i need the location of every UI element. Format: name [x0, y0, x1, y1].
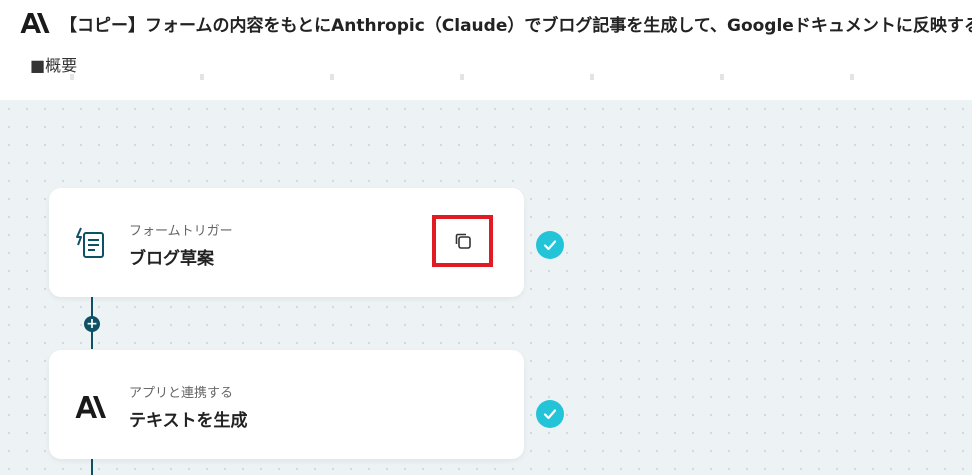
copy-icon[interactable]	[453, 231, 473, 251]
step-title: ブログ草案	[129, 249, 214, 269]
anthropic-logo-icon	[20, 13, 50, 33]
step-complete-check-icon	[536, 400, 564, 428]
connector-line	[91, 458, 93, 475]
step-type-label: フォームトリガー	[129, 224, 233, 239]
overview-label: ■概要	[30, 56, 78, 75]
step-title: テキストを生成	[129, 411, 248, 431]
flow-step-card-generate-text[interactable]: アプリと連携する テキストを生成	[49, 350, 524, 459]
copy-button-highlight[interactable]	[432, 215, 493, 267]
add-step-button[interactable]: +	[84, 316, 100, 332]
anthropic-logo-icon	[75, 396, 106, 418]
flow-header: 【コピー】フォームの内容をもとにAnthropic（Claude）でブログ記事を…	[0, 0, 972, 100]
flow-title: 【コピー】フォームの内容をもとにAnthropic（Claude）でブログ記事を…	[60, 16, 972, 36]
step-complete-check-icon	[536, 231, 564, 259]
step-type-label: アプリと連携する	[129, 386, 234, 401]
form-trigger-icon	[76, 227, 104, 258]
description-text-cutoff	[30, 74, 970, 80]
flow-step-card-form-trigger[interactable]: フォームトリガー ブログ草案	[49, 188, 524, 297]
